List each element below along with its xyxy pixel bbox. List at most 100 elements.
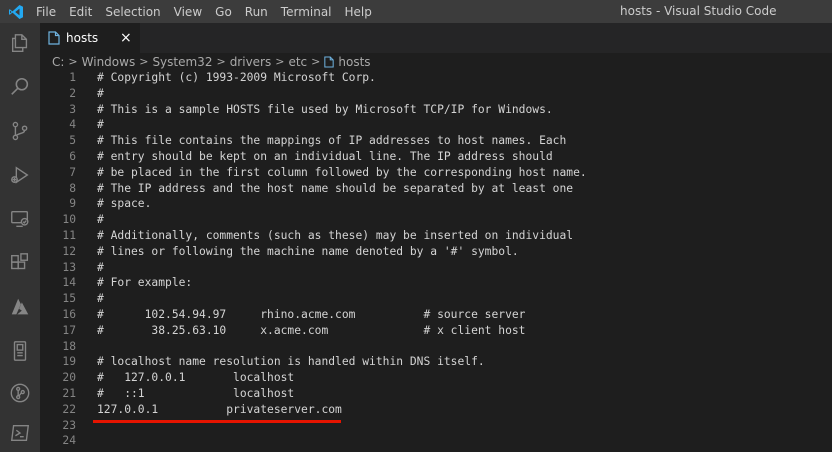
file-icon (324, 56, 335, 67)
code-line[interactable]: 24 (40, 433, 832, 449)
code-line[interactable]: 11 # Additionally, comments (such as thes… (40, 228, 832, 244)
code-line[interactable]: 1 # Copyright (c) 1993-2009 Microsoft Cor… (40, 70, 832, 86)
line-number: 12 (62, 244, 76, 258)
line-text: # (97, 292, 104, 306)
line-number: 6 (69, 149, 76, 163)
code-line[interactable]: 15 # (40, 291, 832, 307)
line-text: # 38.25.63.10 x.acme.com # x client host (97, 323, 526, 337)
highlight-underline (93, 420, 341, 423)
code-line[interactable]: 9 # space. (40, 196, 832, 212)
code-line[interactable]: 21 # ::1 localhost (40, 386, 832, 402)
breadcrumb-drivers[interactable]: drivers (230, 55, 272, 69)
files-icon[interactable] (8, 31, 32, 55)
menu-file[interactable]: File (36, 5, 56, 19)
azure-icon[interactable] (8, 295, 32, 319)
line-text: # space. (97, 197, 152, 211)
breadcrumb-drive[interactable]: C: (52, 55, 64, 69)
line-number: 22 (62, 402, 76, 416)
line-number: 18 (62, 339, 76, 353)
code-line[interactable]: 13 # (40, 260, 832, 276)
line-number: 23 (62, 418, 76, 432)
line-text: # localhost name resolution is handled w… (97, 355, 485, 369)
line-number: 15 (62, 292, 76, 306)
line-number: 20 (62, 371, 76, 385)
window-title: hosts - Visual Studio Code (620, 4, 777, 18)
menu-run[interactable]: Run (245, 5, 268, 19)
breadcrumb-etc[interactable]: etc (288, 55, 307, 69)
breadcrumb-system32[interactable]: System32 (152, 55, 212, 69)
run-debug-icon[interactable] (8, 163, 32, 187)
line-text: # ::1 localhost (97, 386, 295, 400)
code-line[interactable]: 3 # This is a sample HOSTS file used by M… (40, 102, 832, 118)
line-text: # This file contains the mappings of IP … (97, 134, 567, 148)
code-line[interactable]: 16 # 102.54.94.97 rhino.acme.com # source… (40, 307, 832, 323)
code-line[interactable]: 17 # 38.25.63.10 x.acme.com # x client ho… (40, 323, 832, 339)
menu-edit[interactable]: Edit (69, 5, 92, 19)
remote-explorer-icon[interactable] (8, 207, 32, 231)
code-line[interactable]: 5 # This file contains the mappings of IP… (40, 133, 832, 149)
code-line[interactable]: 20 # 127.0.0.1 localhost (40, 370, 832, 386)
code-line[interactable]: 19 # localhost name resolution is handled… (40, 354, 832, 370)
source-control-icon[interactable] (8, 119, 32, 143)
extensions-icon[interactable] (8, 251, 32, 275)
code-line[interactable]: 7 # be placed in the first column followe… (40, 165, 832, 181)
breadcrumb: C: > Windows > System32 > drivers > etc … (40, 53, 832, 70)
code-line[interactable]: 12 # lines or following the machine name … (40, 244, 832, 260)
vscode-logo-icon (9, 5, 23, 19)
line-text: # be placed in the first column followed… (97, 165, 587, 179)
menu-help[interactable]: Help (345, 5, 372, 19)
line-number: 5 (69, 134, 76, 148)
chevron-right-icon: > (311, 55, 321, 68)
line-number: 7 (69, 165, 76, 179)
chevron-right-icon: > (68, 55, 78, 68)
line-number: 2 (69, 86, 76, 100)
close-icon[interactable]: × (120, 23, 132, 53)
code-editor[interactable]: 1 # Copyright (c) 1993-2009 Microsoft Cor… (40, 70, 832, 452)
line-text: # 127.0.0.1 localhost (97, 371, 295, 385)
line-number: 21 (62, 386, 76, 400)
menu-bar: File Edit Selection View Go Run Terminal… (36, 0, 385, 23)
powershell-icon[interactable] (8, 421, 32, 445)
line-number: 19 (62, 355, 76, 369)
line-text: # Copyright (c) 1993-2009 Microsoft Corp… (97, 71, 376, 84)
code-line[interactable]: 2 # (40, 86, 832, 102)
code-line[interactable]: 14 # For example: (40, 275, 832, 291)
menu-go[interactable]: Go (215, 5, 232, 19)
git-graph-icon[interactable] (8, 381, 32, 405)
tab-bar: hosts × (40, 23, 832, 53)
code-line[interactable]: 22 127.0.0.1 privateserver.com (40, 402, 832, 418)
chevron-right-icon: > (216, 55, 226, 68)
line-number: 1 (69, 71, 76, 84)
search-icon[interactable] (8, 75, 32, 99)
breadcrumb-hosts[interactable]: hosts (338, 55, 370, 69)
menu-view[interactable]: View (174, 5, 202, 19)
menu-selection[interactable]: Selection (105, 5, 160, 19)
tab-hosts[interactable]: hosts × (40, 23, 140, 53)
breadcrumb-windows[interactable]: Windows (82, 55, 136, 69)
activity-bar (0, 23, 40, 452)
code-line[interactable]: 4 # (40, 117, 832, 133)
code-line[interactable]: 18 (40, 339, 832, 355)
line-number: 24 (62, 434, 76, 448)
line-text: # Additionally, comments (such as these)… (97, 228, 574, 242)
line-number: 13 (62, 260, 76, 274)
line-number: 8 (69, 181, 76, 195)
line-text: # (97, 260, 104, 274)
code-line[interactable]: 10 # (40, 212, 832, 228)
line-text: # (97, 86, 104, 100)
line-number: 16 (62, 307, 76, 321)
line-text: # entry should be kept on an individual … (97, 149, 553, 163)
line-text: 127.0.0.1 privateserver.com (97, 402, 342, 416)
line-text: # 102.54.94.97 rhino.acme.com # source s… (97, 307, 526, 321)
code-line[interactable]: 6 # entry should be kept on an individual… (40, 149, 832, 165)
line-text: # lines or following the machine name de… (97, 244, 519, 258)
line-text: # The IP address and the host name shoul… (97, 181, 574, 195)
line-number: 11 (62, 228, 76, 242)
line-number: 17 (62, 323, 76, 337)
tab-label: hosts (66, 31, 99, 45)
device-icon[interactable] (8, 339, 32, 363)
line-number: 9 (69, 197, 76, 211)
menu-terminal[interactable]: Terminal (281, 5, 332, 19)
code-line[interactable]: 8 # The IP address and the host name shou… (40, 181, 832, 197)
file-icon (48, 31, 60, 45)
